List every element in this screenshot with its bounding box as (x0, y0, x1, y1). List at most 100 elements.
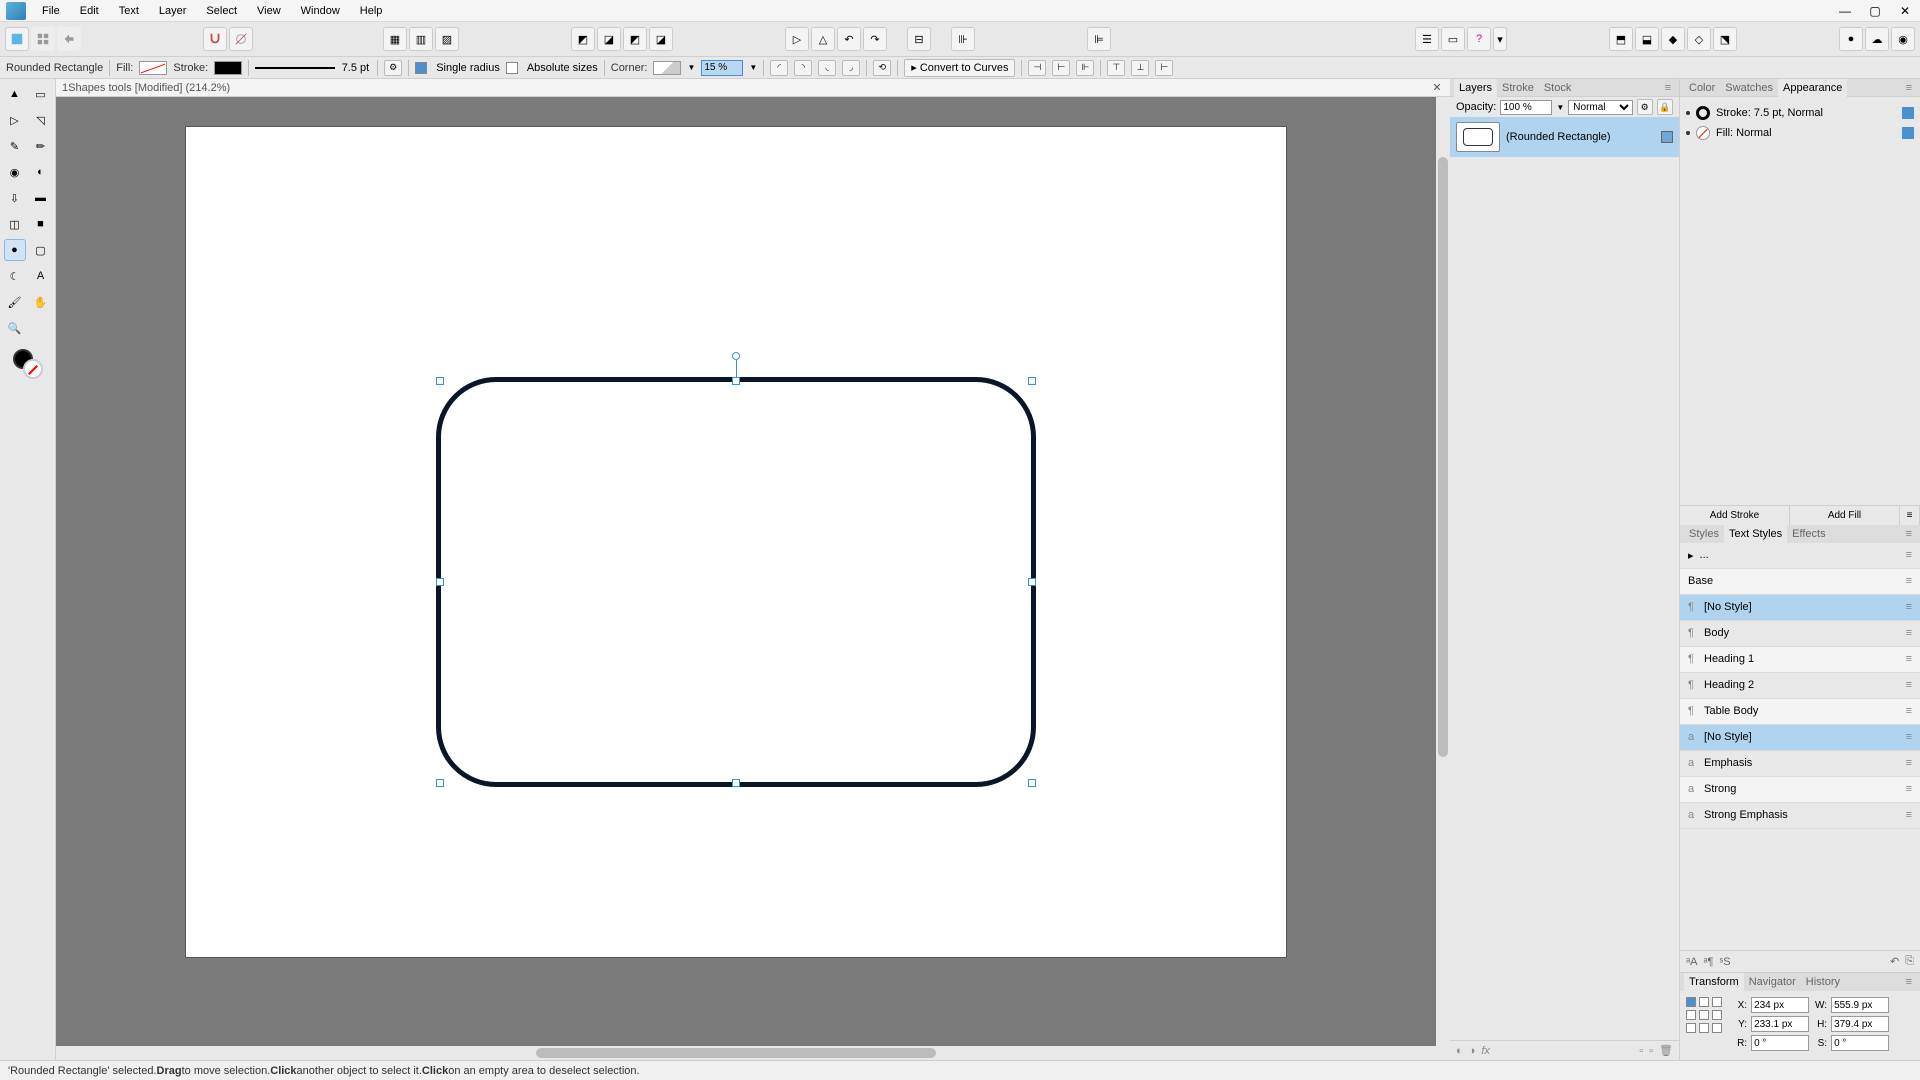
base-style-row[interactable]: Base≡ (1680, 569, 1920, 595)
history-tab[interactable]: History (1801, 973, 1845, 991)
add-fill-button[interactable]: Add Fill (1790, 506, 1900, 525)
handle-br[interactable] (1028, 779, 1036, 787)
close-tab-icon[interactable]: ✕ (1430, 81, 1444, 94)
order-front-button[interactable]: ◪ (649, 27, 673, 51)
dropdown-icon[interactable]: ▾ (1493, 27, 1507, 51)
layer-fx2-icon[interactable]: fx (1481, 1045, 1490, 1057)
bool-intersect-button[interactable]: ◆ (1661, 27, 1685, 51)
stroke-settings-icon[interactable]: ⚙ (384, 60, 402, 76)
account-button[interactable]: ◉ (1891, 27, 1915, 51)
menu-select[interactable]: Select (196, 0, 247, 22)
align-bounds-button[interactable]: ▦ (383, 27, 407, 51)
corner-tr-icon[interactable]: ◝ (794, 60, 812, 76)
rotation-handle[interactable] (732, 352, 740, 360)
appearance-tab[interactable]: Appearance (1778, 79, 1847, 97)
layer-mask-icon[interactable]: ◐ (1456, 1045, 1463, 1057)
flip-v-button[interactable]: △ (811, 27, 835, 51)
menu-window[interactable]: Window (291, 0, 350, 22)
align-center-button[interactable]: ⊟ (907, 27, 931, 51)
snapping-button[interactable] (203, 27, 227, 51)
style-item[interactable]: ¶Body≡ (1680, 621, 1920, 647)
effects-tab[interactable]: Effects (1787, 525, 1830, 543)
stock-tab[interactable]: Stock (1539, 79, 1577, 97)
align-vcenter-icon[interactable]: ⊥ (1131, 60, 1149, 76)
cloud-button[interactable]: ☁ (1865, 27, 1889, 51)
undo-style-icon[interactable]: ↶ (1890, 955, 1899, 968)
text-tool[interactable]: A (30, 265, 52, 287)
corner-br-icon[interactable]: ◞ (842, 60, 860, 76)
align-right-icon[interactable]: ⊩ (1076, 60, 1094, 76)
layer-visibility-checkbox[interactable] (1661, 131, 1673, 143)
transparency-tool[interactable]: ◐ (30, 161, 52, 183)
blend-mode-select[interactable]: Normal (1568, 100, 1632, 115)
corner-tl-icon[interactable]: ◜ (770, 60, 788, 76)
layers-tab[interactable]: Layers (1454, 79, 1497, 97)
menu-text[interactable]: Text (109, 0, 149, 22)
artboard-tool[interactable]: ▭ (30, 83, 52, 105)
handle-bl[interactable] (436, 779, 444, 787)
w-input[interactable] (1831, 997, 1889, 1013)
view-list-button[interactable]: ☰ (1415, 27, 1439, 51)
fill-tool[interactable]: ◉ (4, 161, 26, 183)
style-item[interactable]: ¶[No Style]≡ (1680, 595, 1920, 621)
color-tab[interactable]: Color (1684, 79, 1720, 97)
bool-add-button[interactable]: ⬒ (1609, 27, 1633, 51)
styles-tab[interactable]: Styles (1684, 525, 1724, 543)
menu-help[interactable]: Help (350, 0, 393, 22)
document-tab[interactable]: 1Shapes tools [Modified] (214.2%) ✕ (56, 79, 1450, 97)
style-item[interactable]: ¶Heading 2≡ (1680, 673, 1920, 699)
handle-bm[interactable] (732, 779, 740, 787)
absolute-sizes-checkbox[interactable] (506, 62, 518, 74)
shape-tool[interactable]: ■ (30, 213, 52, 235)
sync-button[interactable]: ● (1839, 27, 1863, 51)
align-spread-button[interactable]: ▨ (435, 27, 459, 51)
style-item[interactable]: aEmphasis≡ (1680, 751, 1920, 777)
stroke-swatch[interactable] (214, 61, 242, 75)
ellipse-tool[interactable]: ▢ (30, 239, 52, 261)
persona-pixel-icon[interactable] (31, 27, 55, 51)
menu-edit[interactable]: Edit (70, 0, 109, 22)
minimize-button[interactable]: — (1830, 0, 1860, 22)
baseline-button[interactable]: ⊫ (1087, 27, 1111, 51)
help-icon[interactable]: ? (1467, 27, 1491, 51)
convert-to-curves-button[interactable]: ▸Convert to Curves (904, 59, 1015, 77)
reset-icon[interactable]: ⟲ (873, 60, 891, 76)
appearance-menu-icon[interactable]: ≡ (1900, 506, 1920, 525)
fill-visible-checkbox[interactable] (1902, 127, 1914, 139)
zoom-tool[interactable]: 🔍 (4, 317, 26, 339)
style-item[interactable]: a[No Style]≡ (1680, 725, 1920, 751)
x-input[interactable] (1751, 997, 1809, 1013)
corner-tool[interactable]: ◹ (30, 109, 52, 131)
handle-tm[interactable] (732, 377, 740, 385)
crop-tool[interactable]: ▬ (30, 187, 52, 209)
char-s-icon[interactable]: ˢS (1719, 956, 1730, 968)
rotate-ccw-button[interactable]: ↶ (837, 27, 861, 51)
layer-item[interactable]: (Rounded Rectangle) (1450, 117, 1679, 157)
panel-menu-icon[interactable]: ≡ (1902, 976, 1916, 988)
corner-radius-input[interactable] (701, 60, 743, 76)
corner-bl-icon[interactable]: ◟ (818, 60, 836, 76)
bool-subtract-button[interactable]: ⬓ (1635, 27, 1659, 51)
current-style-row[interactable]: ▸...≡ (1680, 543, 1920, 569)
y-input[interactable] (1751, 1016, 1809, 1032)
s-input[interactable] (1831, 1035, 1889, 1051)
crescent-tool[interactable]: ☾ (4, 265, 26, 287)
add-layer-icon[interactable]: ▫ (1639, 1045, 1643, 1057)
align-left-icon[interactable]: ⊣ (1028, 60, 1046, 76)
appearance-stroke-row[interactable]: Stroke: 7.5 pt, Normal (1686, 103, 1914, 123)
place-tool[interactable]: ⇩ (4, 187, 26, 209)
align-hcenter-icon[interactable]: ⊢ (1052, 60, 1070, 76)
swatches-tab[interactable]: Swatches (1720, 79, 1778, 97)
opacity-input[interactable] (1500, 100, 1552, 115)
stroke-tab[interactable]: Stroke (1497, 79, 1539, 97)
style-item[interactable]: ¶Heading 1≡ (1680, 647, 1920, 673)
pencil-tool[interactable]: ✏ (30, 135, 52, 157)
add-stroke-button[interactable]: Add Stroke (1680, 506, 1790, 525)
add-pixel-layer-icon[interactable]: ▫ (1649, 1045, 1653, 1057)
pan-tool[interactable]: ✋ (30, 291, 52, 313)
canvas[interactable] (56, 97, 1450, 1060)
maximize-button[interactable]: ▢ (1860, 0, 1890, 22)
persona-export-icon[interactable] (57, 27, 81, 51)
char-p-icon[interactable]: ᵃ¶ (1703, 956, 1713, 968)
layer-adjust-icon[interactable]: ◑ (1469, 1045, 1476, 1057)
